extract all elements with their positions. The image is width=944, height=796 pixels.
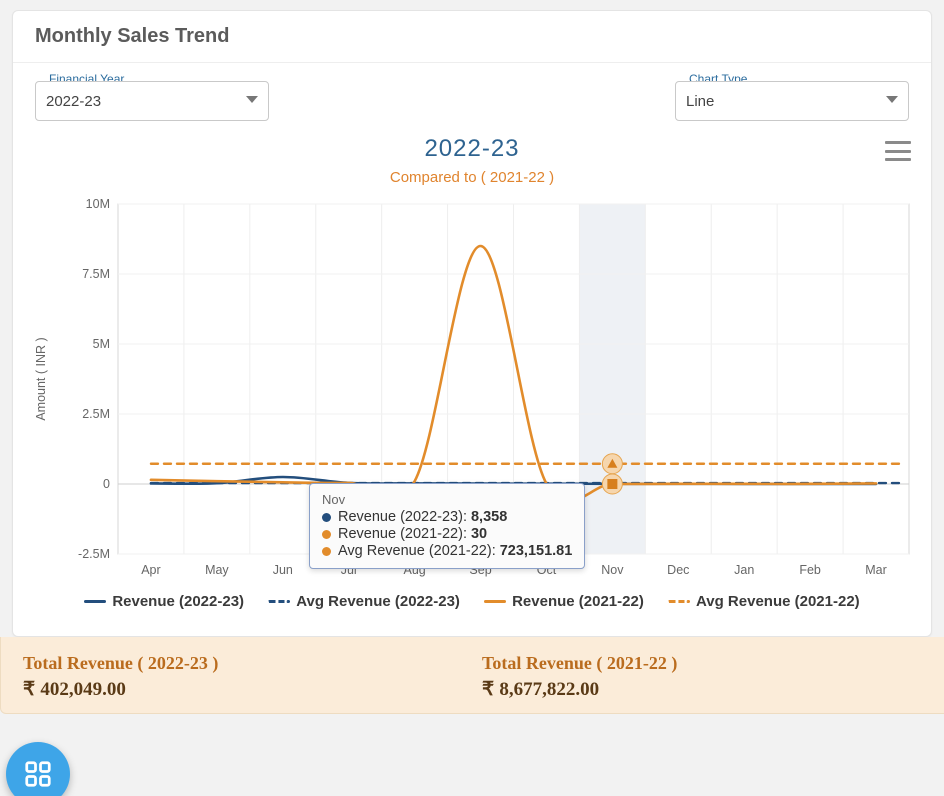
chart-type-field: Chart Type Line (675, 81, 909, 121)
legend-item-avg-current[interactable]: Avg Revenue (2022-23) (268, 593, 460, 610)
chart-menu-button[interactable] (885, 141, 911, 161)
total-prev-label: Total Revenue ( 2021-22 ) (482, 653, 941, 674)
chart-tooltip: Nov Revenue (2022-23): 8,358 Revenue (20… (309, 483, 585, 569)
dot-icon (322, 513, 331, 522)
legend-item-revenue-current[interactable]: Revenue (2022-23) (84, 593, 244, 610)
legend-item-avg-prev[interactable]: Avg Revenue (2021-22) (668, 593, 860, 610)
svg-text:2.5M: 2.5M (82, 407, 110, 421)
tooltip-month: Nov (322, 492, 572, 507)
apps-grid-icon (23, 759, 53, 789)
legend-item-revenue-prev[interactable]: Revenue (2021-22) (484, 593, 644, 610)
svg-text:10M: 10M (86, 197, 110, 211)
total-current-label: Total Revenue ( 2022-23 ) (23, 653, 482, 674)
svg-text:-2.5M: -2.5M (78, 547, 110, 561)
line-swatch-icon (484, 600, 506, 603)
svg-text:Dec: Dec (667, 563, 689, 577)
svg-text:May: May (205, 563, 229, 577)
total-current-value: ₹ 402,049.00 (23, 678, 482, 701)
svg-text:0: 0 (103, 477, 110, 491)
chart-area: 2022-23 Compared to ( 2021-22 ) 10M 7.5M 5… (13, 125, 931, 636)
svg-text:Jan: Jan (734, 563, 754, 577)
card-title: Monthly Sales Trend (35, 25, 909, 48)
financial-year-field: Financial Year 2022-23 (35, 81, 269, 121)
dot-icon (322, 547, 331, 556)
line-swatch-icon (668, 600, 690, 603)
financial-year-select[interactable]: 2022-23 (35, 81, 269, 121)
financial-year-value: 2022-23 (46, 93, 101, 110)
chevron-down-icon (246, 96, 258, 103)
svg-text:Jun: Jun (273, 563, 293, 577)
chart-title: 2022-23 (23, 135, 921, 163)
svg-text:Apr: Apr (141, 563, 160, 577)
svg-text:7.5M: 7.5M (82, 267, 110, 281)
chart-type-value: Line (686, 93, 714, 110)
sales-trend-card: Monthly Sales Trend Financial Year 2022-… (12, 10, 932, 637)
svg-text:Mar: Mar (865, 563, 887, 577)
line-swatch-icon (84, 600, 106, 603)
line-swatch-icon (268, 600, 290, 603)
chevron-down-icon (886, 96, 898, 103)
apps-fab-button[interactable] (6, 742, 70, 796)
tooltip-row-avg-prev: Avg Revenue (2021-22): 723,151.81 (322, 543, 572, 559)
controls-row: Financial Year 2022-23 Chart Type Line (13, 63, 931, 125)
dot-icon (322, 530, 331, 539)
chart-subtitle: Compared to ( 2021-22 ) (23, 169, 921, 186)
total-current: Total Revenue ( 2022-23 ) ₹ 402,049.00 (23, 653, 482, 701)
card-header: Monthly Sales Trend (13, 11, 931, 63)
legend: Revenue (2022-23) Avg Revenue (2022-23) … (23, 586, 921, 624)
tooltip-row-revenue-prev: Revenue (2021-22): 30 (322, 526, 572, 542)
total-prev: Total Revenue ( 2021-22 ) ₹ 8,677,822.00 (482, 653, 941, 701)
chart-type-select[interactable]: Line (675, 81, 909, 121)
totals-bar: Total Revenue ( 2022-23 ) ₹ 402,049.00 T… (0, 637, 944, 714)
svg-text:Nov: Nov (601, 563, 624, 577)
svg-text:Amount ( INR ): Amount ( INR ) (34, 337, 48, 420)
svg-text:5M: 5M (93, 337, 110, 351)
tooltip-row-revenue-current: Revenue (2022-23): 8,358 (322, 509, 572, 525)
svg-text:Feb: Feb (799, 563, 821, 577)
total-prev-value: ₹ 8,677,822.00 (482, 678, 941, 701)
